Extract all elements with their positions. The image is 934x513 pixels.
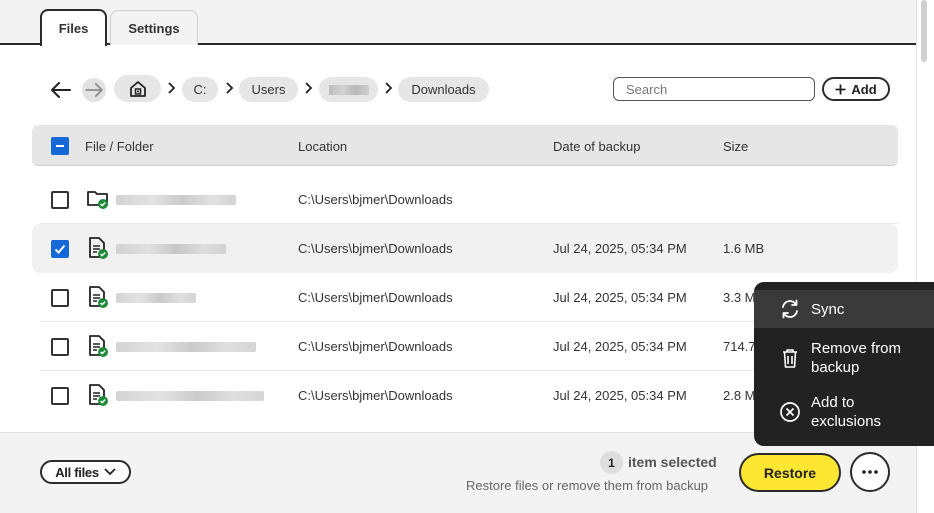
redacted-filename <box>116 195 236 205</box>
select-all-checkbox[interactable] <box>51 137 69 155</box>
redacted-filename <box>116 342 256 352</box>
table-row[interactable]: C:\Users\bjmer\Downloads Jul 24, 2025, 0… <box>32 224 898 273</box>
add-button[interactable]: Add <box>822 77 890 101</box>
row-location: C:\Users\bjmer\Downloads <box>298 192 453 207</box>
tab-bar: Files Settings <box>0 0 916 48</box>
menu-item-sync[interactable]: Sync <box>754 290 934 328</box>
filter-dropdown-label: All files <box>55 464 99 480</box>
more-horizontal-icon <box>862 470 878 474</box>
menu-item-remove-label: Remove from backup <box>811 339 901 377</box>
breadcrumb-home[interactable] <box>114 75 161 102</box>
footer-hint: Restore files or remove them from backup <box>466 478 709 493</box>
tab-files[interactable]: Files <box>40 9 107 48</box>
back-button[interactable] <box>49 78 73 102</box>
menu-item-remove-from-backup[interactable]: Remove from backup <box>754 336 934 380</box>
chevron-down-icon <box>104 468 116 476</box>
row-date: Jul 24, 2025, 05:34 PM <box>553 388 687 403</box>
file-backed-up-icon <box>89 286 108 308</box>
row-date: Jul 24, 2025, 05:34 PM <box>553 241 687 256</box>
redacted-filename <box>116 391 264 401</box>
row-size: 714.7 <box>723 339 756 354</box>
selected-count-badge: 1 <box>600 451 623 474</box>
file-backed-up-icon <box>89 335 108 357</box>
column-header-location[interactable]: Location <box>298 139 347 154</box>
chevron-right-icon <box>226 81 234 97</box>
row-checkbox[interactable] <box>51 240 69 258</box>
row-date: Jul 24, 2025, 05:34 PM <box>553 290 687 305</box>
row-location: C:\Users\bjmer\Downloads <box>298 290 453 305</box>
tab-files-label: Files <box>58 21 89 36</box>
row-size: 2.8 M <box>723 388 756 403</box>
arrow-left-icon <box>51 82 71 98</box>
selection-status: item selected <box>628 454 717 470</box>
menu-item-sync-label: Sync <box>811 301 845 318</box>
menu-item-exclude-line1: Add to <box>811 394 855 411</box>
chevron-right-icon <box>168 81 176 97</box>
breadcrumb-drive[interactable]: C: <box>182 77 218 102</box>
row-checkbox[interactable] <box>51 289 69 307</box>
breadcrumb-downloads[interactable]: Downloads <box>398 77 489 102</box>
chevron-right-icon <box>385 81 393 97</box>
restore-button[interactable]: Restore <box>739 453 841 492</box>
file-backed-up-icon <box>89 237 108 259</box>
row-location: C:\Users\bjmer\Downloads <box>298 339 453 354</box>
folder-backed-up-icon <box>87 191 108 209</box>
redacted-filename <box>116 293 196 303</box>
filter-dropdown[interactable]: All files <box>40 460 131 484</box>
arrow-right-icon <box>85 83 103 97</box>
column-header-name[interactable]: File / Folder <box>85 139 154 154</box>
restore-button-label: Restore <box>763 464 817 481</box>
forward-button[interactable] <box>82 78 106 102</box>
row-date: Jul 24, 2025, 05:34 PM <box>553 339 687 354</box>
column-header-date[interactable]: Date of backup <box>553 139 640 154</box>
chevron-right-icon <box>305 81 313 97</box>
row-location: C:\Users\bjmer\Downloads <box>298 241 453 256</box>
menu-item-remove-line2: backup <box>811 359 860 376</box>
scrollbar-thumb[interactable] <box>921 0 927 62</box>
circle-x-icon <box>780 402 800 422</box>
row-checkbox[interactable] <box>51 387 69 405</box>
more-options-button[interactable] <box>850 452 890 492</box>
table-header: File / Folder Location Date of backup Si… <box>32 125 898 166</box>
menu-item-add-to-exclusions[interactable]: Add to exclusions <box>754 390 934 434</box>
trash-icon <box>783 349 797 368</box>
tab-settings[interactable]: Settings <box>110 10 198 46</box>
file-backed-up-icon <box>89 384 108 406</box>
context-menu: Sync Remove from backup Add to exclusions <box>754 282 934 446</box>
tab-settings-label: Settings <box>128 21 180 36</box>
breadcrumb-downloads-label: Downloads <box>411 82 476 97</box>
menu-item-remove-line1: Remove from <box>811 340 902 357</box>
column-header-size[interactable]: Size <box>723 139 748 154</box>
menu-item-exclude-line2: exclusions <box>811 413 882 430</box>
redacted-filename <box>116 244 226 254</box>
row-location: C:\Users\bjmer\Downloads <box>298 388 453 403</box>
search-input[interactable] <box>613 77 815 101</box>
breadcrumb-username-redacted[interactable] <box>319 77 378 102</box>
plus-icon <box>835 84 846 94</box>
table-row[interactable]: C:\Users\bjmer\Downloads <box>32 175 898 224</box>
row-size: 3.3 M <box>723 290 756 305</box>
breadcrumb-drive-label: C: <box>193 82 207 97</box>
row-size: 1.6 MB <box>723 241 765 256</box>
menu-item-exclude-label: Add to exclusions <box>811 393 881 431</box>
redacted-text <box>328 84 369 95</box>
breadcrumb-users-label: Users <box>251 82 286 97</box>
minus-icon <box>56 145 64 147</box>
row-checkbox[interactable] <box>51 338 69 356</box>
checkmark-icon <box>54 244 66 254</box>
sync-icon <box>782 299 798 319</box>
row-checkbox[interactable] <box>51 191 69 209</box>
app-window: Files Settings C: Users Downloads Add <box>0 0 934 513</box>
add-button-label: Add <box>851 81 877 97</box>
breadcrumb-users[interactable]: Users <box>239 77 298 102</box>
home-drive-icon <box>129 80 146 97</box>
